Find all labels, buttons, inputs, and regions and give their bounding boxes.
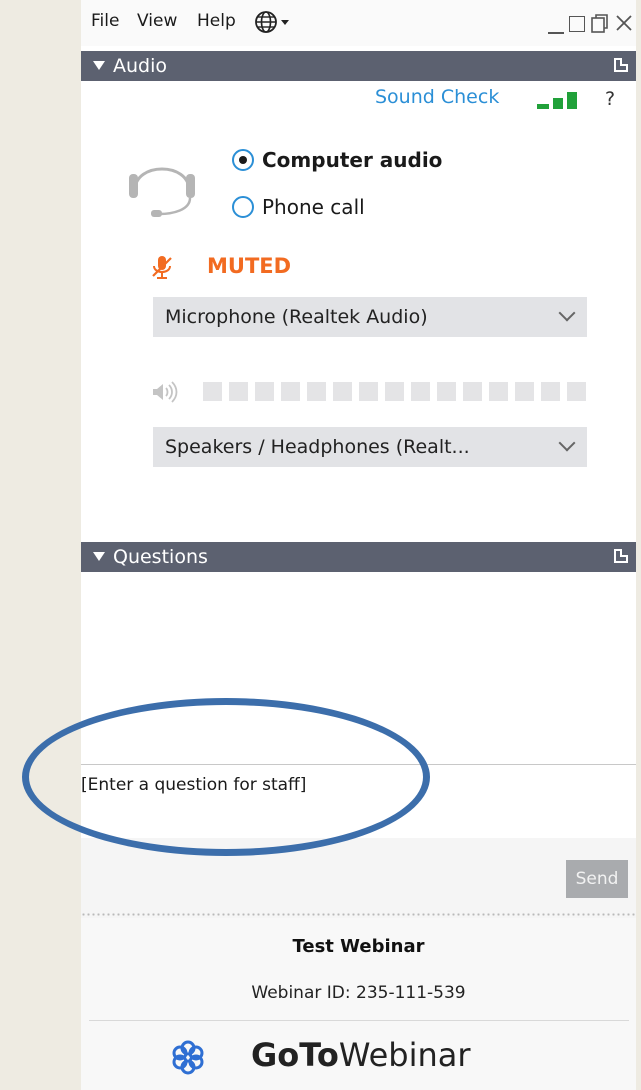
audio-help-icon[interactable]: ? [605,88,615,110]
footer-divider [89,1020,629,1021]
audio-section-title: Audio [113,55,168,77]
popout-icon[interactable] [614,549,628,563]
webinar-title: Test Webinar [292,936,425,957]
mic-status-text: MUTED [207,254,292,278]
speaker-volume-icon [151,380,179,408]
webinar-control-panel: File View Help Audio Sound Check ? Compu… [81,0,636,1090]
speakers-select[interactable]: Speakers / Headphones (Realt... [153,427,587,467]
close-icon[interactable] [615,14,633,36]
speakers-select-value: Speakers / Headphones (Realt... [165,436,470,458]
minimize-icon[interactable] [548,32,564,34]
maximize-icon[interactable] [569,16,585,32]
chevron-down-icon [558,434,576,452]
language-globe-icon[interactable] [253,9,293,39]
collapse-triangle-icon[interactable] [93,61,105,70]
questions-section-title: Questions [113,546,208,568]
question-input[interactable] [81,765,621,847]
muted-microphone-icon[interactable] [151,254,173,284]
menu-file[interactable]: File [91,11,119,31]
webinar-id: Webinar ID: 235-111-539 [251,983,466,1003]
phone-call-radio[interactable] [232,196,254,218]
audio-section-header[interactable]: Audio [81,51,636,81]
computer-audio-label[interactable]: Computer audio [262,148,442,172]
restore-icon[interactable] [591,14,609,38]
brand-goto: GoTo [251,1036,339,1074]
sound-check-link[interactable]: Sound Check [375,86,499,108]
menu-help[interactable]: Help [197,11,236,31]
questions-log [81,576,636,763]
chevron-down-icon [558,304,576,322]
brand-webinar: Webinar [338,1036,471,1074]
collapse-triangle-icon[interactable] [93,552,105,561]
headset-icon [127,148,197,224]
questions-section-header[interactable]: Questions [81,542,636,572]
popout-icon[interactable] [614,58,628,72]
menu-view[interactable]: View [137,11,177,31]
gotowebinar-logo-icon [170,1039,206,1079]
send-button[interactable]: Send [566,860,628,898]
question-input-container [81,764,636,847]
menu-bar: File View Help [81,0,636,46]
phone-call-label[interactable]: Phone call [262,195,365,219]
microphone-select-value: Microphone (Realtek Audio) [165,306,428,328]
microphone-select[interactable]: Microphone (Realtek Audio) [153,297,587,337]
send-bar [81,838,636,918]
computer-audio-radio[interactable] [232,149,254,171]
gotowebinar-wordmark: GoToWebinar [251,1036,471,1074]
